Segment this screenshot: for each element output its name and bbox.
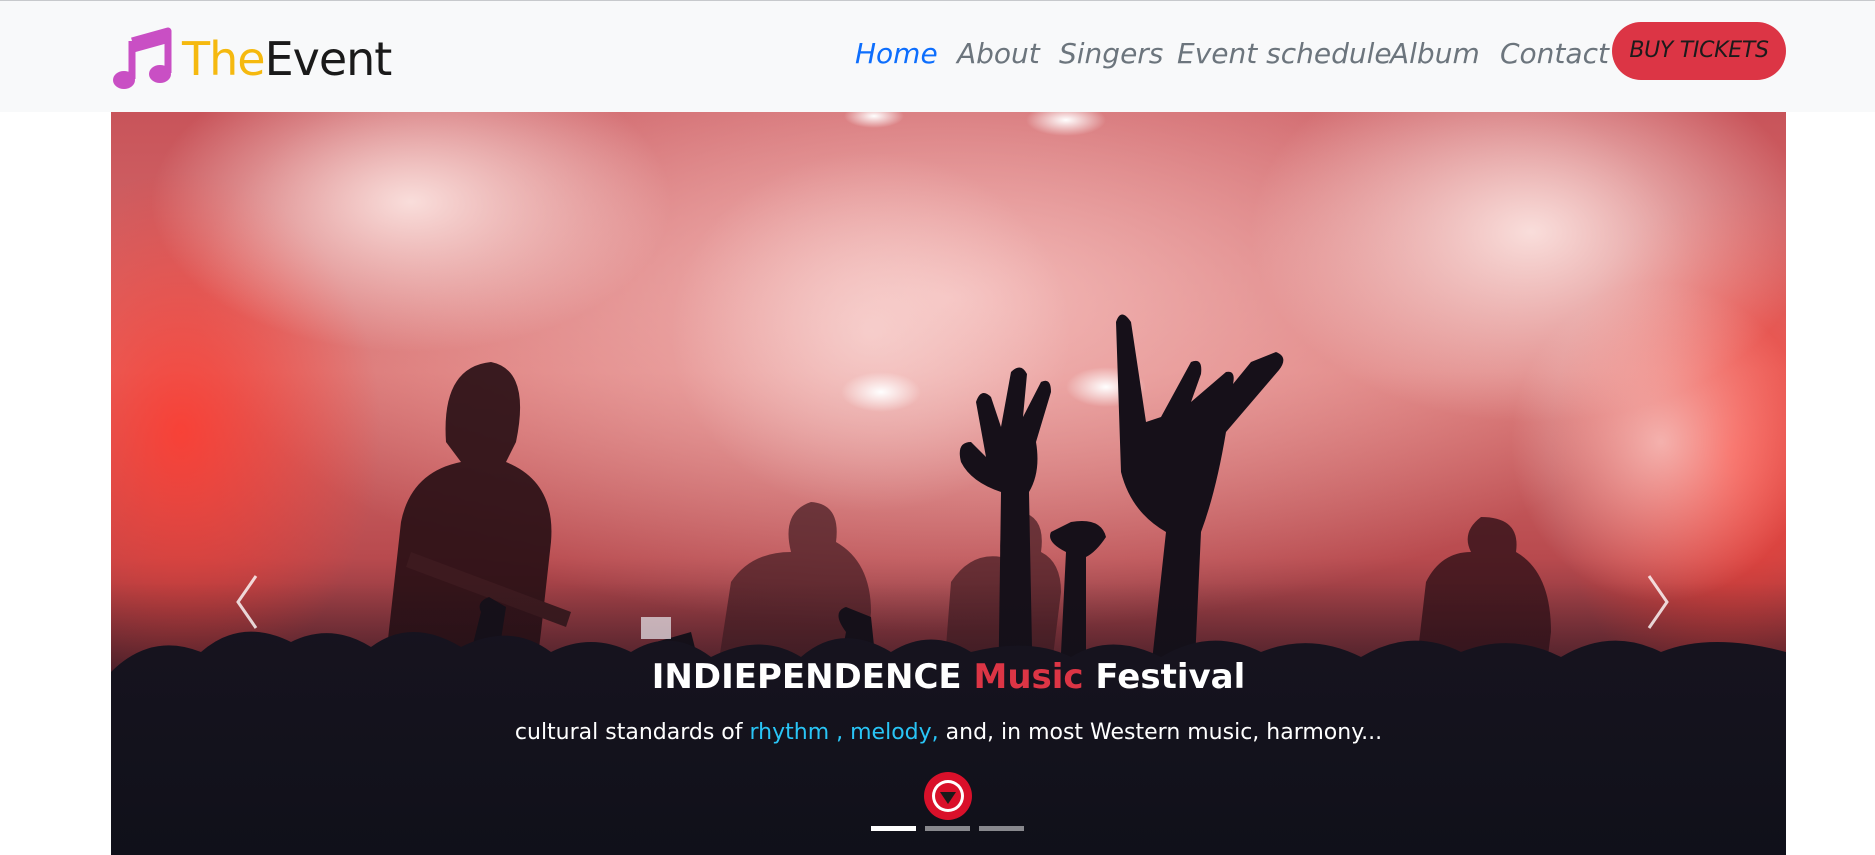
hero-title-part1: INDIEPENDENCE — [651, 657, 962, 697]
nav-home[interactable]: Home — [855, 37, 938, 70]
hero-subtitle-part1: cultural standards of — [514, 720, 743, 745]
brand-name-event: Event — [264, 32, 393, 86]
hero-subtitle: cultural standards of rhythm , melody, a… — [111, 720, 1786, 745]
hero-title-part2: Music — [973, 657, 1084, 697]
nav-singers[interactable]: Singers — [1059, 37, 1163, 70]
triangle-down-icon — [932, 780, 964, 812]
hero-title: INDIEPENDENCE Music Festival — [111, 657, 1786, 697]
hero-subtitle-part3: and, in most Western music, harmony... — [945, 720, 1383, 745]
scroll-down-button[interactable] — [924, 772, 972, 820]
carousel-indicator-2[interactable] — [925, 826, 970, 831]
brand-name: TheEvent — [182, 27, 393, 91]
navbar: TheEvent Home About Singers Event schedu… — [0, 1, 1875, 112]
brand-name-the: The — [182, 32, 266, 86]
nav-event-schedule[interactable]: Event schedule — [1177, 37, 1392, 70]
carousel-indicator-1[interactable] — [871, 826, 916, 831]
nav-album[interactable]: Album — [1390, 37, 1480, 70]
buy-tickets-button[interactable]: BUY TICKETS — [1612, 22, 1786, 80]
chevron-left-icon[interactable] — [216, 552, 276, 652]
carousel-indicators — [871, 826, 1031, 832]
music-note-icon — [113, 27, 172, 89]
nav-about[interactable]: About — [957, 37, 1040, 70]
chevron-right-icon[interactable] — [1629, 552, 1689, 652]
carousel-indicator-3[interactable] — [979, 826, 1024, 831]
hero-carousel: INDIEPENDENCE Music Festival cultural st… — [111, 112, 1786, 855]
nav-contact[interactable]: Contact — [1500, 37, 1609, 70]
hero-subtitle-part2: rhythm , melody, — [749, 720, 939, 745]
hero-title-part3: Festival — [1095, 657, 1246, 697]
brand-logo[interactable]: TheEvent — [110, 27, 393, 91]
